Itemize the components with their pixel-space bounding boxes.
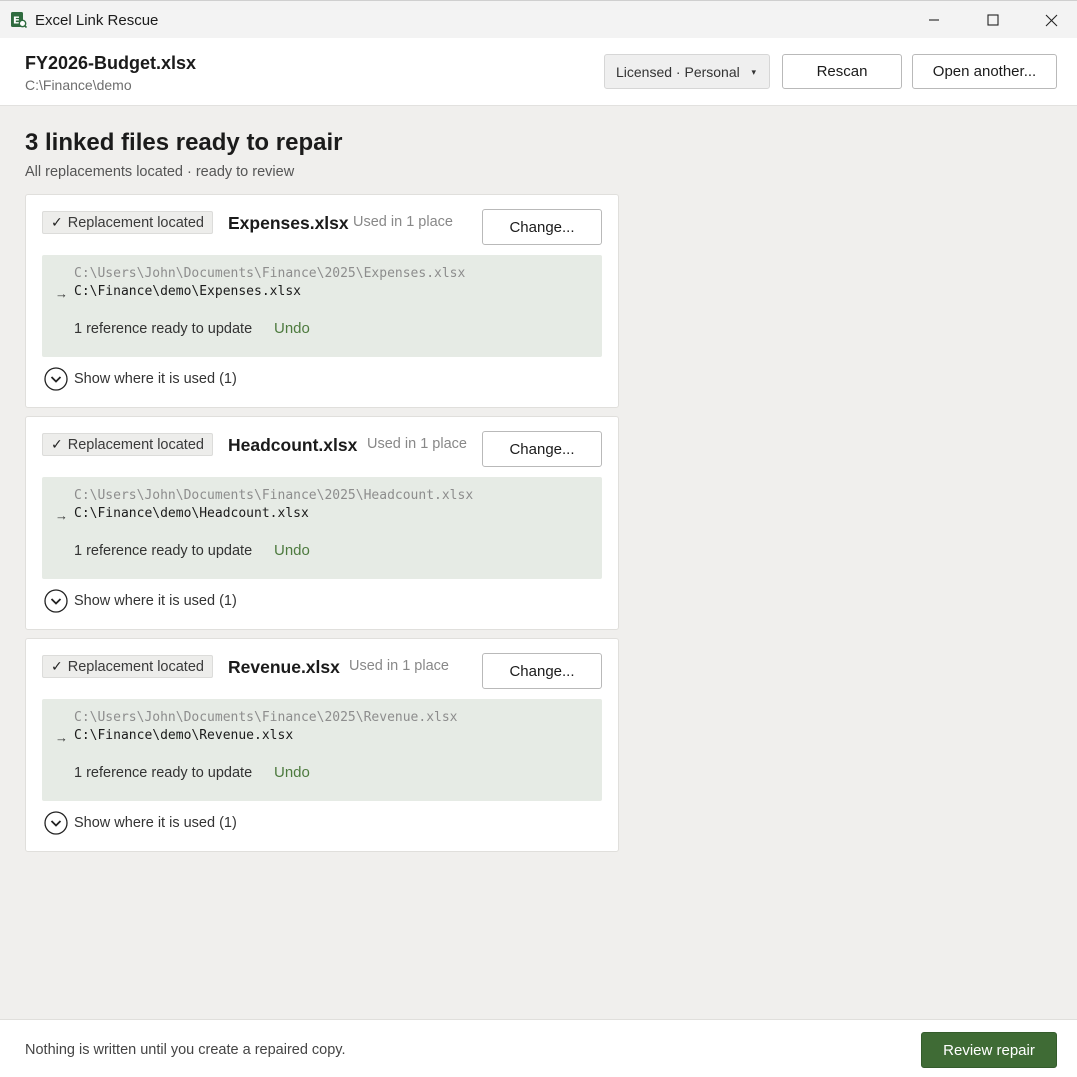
footer-bar: Nothing is written until you create a re…	[0, 1019, 1077, 1077]
minimize-button[interactable]	[905, 1, 963, 39]
show-usage-expander[interactable]: Show where it is used (1)	[44, 589, 237, 613]
link-card: ✓ Replacement located Expenses.xlsx Used…	[25, 194, 619, 408]
status-label: Replacement located	[67, 658, 204, 675]
check-icon: ✓	[51, 658, 63, 674]
expander-label: Show where it is used (1)	[74, 593, 237, 609]
usage-count: Used in 1 place	[367, 436, 467, 452]
status-badge: ✓ Replacement located	[42, 211, 213, 234]
new-path: C:\Finance\demo\Headcount.xlsx	[74, 506, 309, 521]
change-button[interactable]: Change...	[482, 209, 602, 245]
close-icon	[1045, 14, 1057, 26]
undo-link[interactable]: Undo	[274, 764, 310, 781]
maximize-icon	[987, 14, 999, 26]
excel-app-icon: E	[10, 11, 28, 29]
expander-label: Show where it is used (1)	[74, 815, 237, 831]
arrow-right-icon: →	[55, 508, 68, 523]
status-label: Replacement located	[67, 214, 204, 231]
undo-link[interactable]: Undo	[274, 320, 310, 337]
linked-file-name: Revenue.xlsx	[228, 657, 340, 677]
undo-link[interactable]: Undo	[274, 542, 310, 559]
path-mapping: C:\Users\John\Documents\Finance\2025\Rev…	[42, 699, 602, 801]
chevron-down-circle-icon	[44, 589, 68, 613]
usage-count: Used in 1 place	[349, 658, 449, 674]
window-title: Excel Link Rescue	[35, 12, 159, 29]
chevron-down-circle-icon	[44, 367, 68, 391]
check-icon: ✓	[51, 436, 63, 452]
page-subtitle: All replacements located · ready to revi…	[25, 164, 295, 180]
review-repair-button[interactable]: Review repair	[921, 1032, 1057, 1068]
maximize-button[interactable]	[964, 1, 1022, 39]
linked-file-name: Headcount.xlsx	[228, 435, 358, 455]
new-path: C:\Finance\demo\Expenses.xlsx	[74, 284, 301, 299]
file-name: FY2026-Budget.xlsx	[25, 53, 197, 73]
app-window: E Excel Link Rescue FY2026-Budget.xlsx C…	[0, 0, 1077, 1077]
linked-file-name: Expenses.xlsx	[228, 213, 349, 233]
open-another-button[interactable]: Open another...	[912, 54, 1057, 89]
check-icon: ✓	[51, 214, 63, 230]
title-bar: E Excel Link Rescue	[0, 0, 1077, 38]
expander-label: Show where it is used (1)	[74, 371, 237, 387]
close-button[interactable]	[1022, 1, 1077, 39]
change-button[interactable]: Change...	[482, 431, 602, 467]
arrow-right-icon: →	[55, 730, 68, 745]
license-dropdown[interactable]: Licensed · Personal ▾	[604, 54, 770, 89]
reference-status: 1 reference ready to update	[74, 543, 253, 559]
license-label: Licensed · Personal	[616, 63, 740, 80]
status-badge: ✓ Replacement located	[42, 433, 213, 456]
chevron-down-icon: ▾	[751, 67, 756, 77]
show-usage-expander[interactable]: Show where it is used (1)	[44, 811, 237, 835]
page-title: 3 linked files ready to repair	[25, 129, 343, 156]
status-label: Replacement located	[67, 436, 204, 453]
change-button[interactable]: Change...	[482, 653, 602, 689]
new-path: C:\Finance\demo\Revenue.xlsx	[74, 728, 294, 743]
link-card: ✓ Replacement located Revenue.xlsx Used …	[25, 638, 619, 852]
path-mapping: C:\Users\John\Documents\Finance\2025\Hea…	[42, 477, 602, 579]
footer-note: Nothing is written until you create a re…	[25, 1042, 346, 1058]
old-path: C:\Users\John\Documents\Finance\2025\Exp…	[74, 266, 466, 281]
show-usage-expander[interactable]: Show where it is used (1)	[44, 367, 237, 391]
reference-status: 1 reference ready to update	[74, 765, 253, 781]
reference-status: 1 reference ready to update	[74, 321, 253, 337]
minimize-icon	[929, 19, 939, 21]
arrow-right-icon: →	[55, 286, 68, 301]
rescan-button[interactable]: Rescan	[782, 54, 902, 89]
link-card: ✓ Replacement located Headcount.xlsx Use…	[25, 416, 619, 630]
old-path: C:\Users\John\Documents\Finance\2025\Rev…	[74, 710, 458, 725]
status-badge: ✓ Replacement located	[42, 655, 213, 678]
path-mapping: C:\Users\John\Documents\Finance\2025\Exp…	[42, 255, 602, 357]
old-path: C:\Users\John\Documents\Finance\2025\Hea…	[74, 488, 474, 503]
file-path: C:\Finance\demo	[25, 77, 132, 93]
chevron-down-circle-icon	[44, 811, 68, 835]
usage-count: Used in 1 place	[353, 214, 453, 230]
file-header: FY2026-Budget.xlsx C:\Finance\demo Licen…	[0, 38, 1077, 106]
